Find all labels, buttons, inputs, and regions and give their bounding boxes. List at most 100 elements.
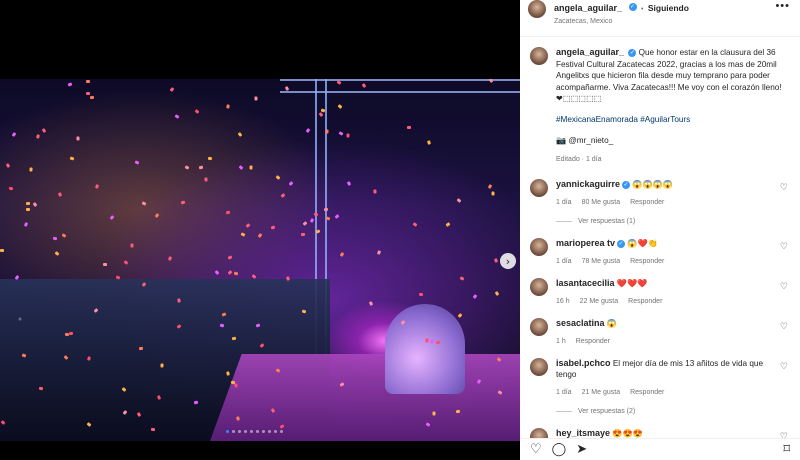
heart-icon[interactable]: ♡ — [780, 242, 788, 252]
confetti-piece — [334, 214, 340, 219]
heart-icon[interactable]: ♡ — [780, 282, 788, 292]
carousel-dot — [280, 430, 283, 433]
comment-username[interactable]: lasantacecilia — [556, 278, 615, 288]
confetti-piece — [5, 163, 11, 168]
confetti-piece — [280, 193, 286, 198]
confetti-piece — [432, 411, 436, 416]
reply-button[interactable]: Responder — [628, 298, 662, 305]
comment-likes[interactable]: 78 Me gusta — [582, 258, 621, 265]
following-button[interactable]: Siguiendo — [648, 3, 689, 13]
avatar[interactable] — [530, 277, 548, 296]
confetti-piece — [207, 156, 213, 161]
confetti-piece — [61, 233, 67, 238]
post-username[interactable]: angela_aguilar_ — [554, 3, 622, 13]
comment-likes[interactable]: 21 Me gusta — [582, 389, 621, 396]
confetti-piece — [67, 82, 73, 87]
replies-line — [556, 410, 572, 412]
avatar[interactable] — [530, 357, 548, 376]
more-options-icon[interactable]: ••• — [775, 0, 790, 12]
confetti-piece — [275, 175, 281, 180]
confetti-piece — [425, 338, 429, 343]
avatar[interactable] — [530, 178, 548, 197]
comment-username[interactable]: sesaclatina — [556, 318, 605, 328]
comment-text-line: hey_itsmaye 😍😍😍 — [556, 428, 766, 438]
comment-username[interactable]: yannickaguirre — [556, 179, 620, 189]
confetti-piece — [493, 258, 499, 263]
confetti-piece — [25, 207, 31, 212]
avatar[interactable] — [530, 427, 548, 438]
photo-credit[interactable]: 📷 @mr_nieto_ — [556, 135, 786, 147]
caption: angela_aguilar_ ✓ Que honor estar en la … — [530, 47, 790, 166]
comment-age: 1 día — [556, 257, 572, 265]
confetti-piece — [41, 128, 47, 133]
view-replies-button[interactable]: Ver respuestas (1) — [556, 218, 790, 225]
comment-text: 😱😱😱😱 — [632, 179, 674, 189]
comment-likes[interactable]: 22 Me gusta — [580, 298, 619, 305]
comment-meta: 1 día 78 Me gusta Responder — [556, 258, 766, 265]
verified-icon: ✓ — [628, 48, 637, 57]
avatar[interactable] — [530, 47, 548, 65]
next-image-button[interactable]: › — [500, 253, 516, 269]
comment-meta: 16 h 22 Me gusta Responder — [556, 298, 766, 305]
confetti-piece — [407, 126, 411, 129]
confetti-piece — [204, 177, 208, 182]
confetti-piece — [177, 298, 181, 303]
comments-scroll[interactable]: angela_aguilar_ ✓ Que honor estar en la … — [520, 37, 800, 438]
post-media: › — [0, 0, 520, 460]
reply-button[interactable]: Responder — [630, 199, 664, 206]
comment-username[interactable]: isabel.pchco — [556, 358, 611, 368]
avatar[interactable] — [530, 317, 548, 336]
avatar[interactable] — [530, 237, 548, 256]
comment-username[interactable]: marioperea tv — [556, 238, 615, 248]
confetti-piece — [227, 270, 233, 275]
separator: • — [640, 6, 644, 13]
comment-icon[interactable]: ◯ — [552, 442, 567, 457]
confetti-piece — [36, 134, 40, 139]
comment-meta: 1 día 80 Me gusta Responder — [556, 199, 766, 206]
heart-icon[interactable]: ♡ — [780, 362, 788, 372]
comment-username[interactable]: hey_itsmaye — [556, 428, 610, 438]
confetti-piece — [346, 181, 352, 186]
confetti-piece — [52, 236, 58, 241]
carousel-dot — [268, 430, 271, 433]
comment-body: sesaclatina 😱 1 h Responder — [556, 318, 766, 345]
confetti-piece — [491, 191, 495, 196]
post-location[interactable]: Zacatecas, Mexico — [554, 18, 689, 25]
avatar[interactable] — [528, 0, 546, 18]
confetti-piece — [227, 255, 233, 260]
confetti-piece — [134, 160, 140, 165]
view-replies-button[interactable]: Ver respuestas (2) — [556, 408, 790, 415]
share-icon[interactable]: ➤ — [576, 442, 587, 457]
stage — [210, 354, 520, 441]
comment-row: yannickaguirre ✓ 😱😱😱😱 1 día 80 Me gusta Resp… — [530, 178, 790, 206]
post-photo — [0, 79, 520, 441]
comment-item: hey_itsmaye 😍😍😍1 día14 Me gustaResponder… — [530, 427, 790, 438]
comment-meta: 1 día 21 Me gusta Responder — [556, 389, 766, 396]
confetti-piece — [198, 165, 204, 170]
hashtags[interactable]: #MexicanaEnamorada #AguilarTours — [556, 114, 786, 126]
heart-icon[interactable]: ♡ — [780, 183, 788, 193]
confetti-piece — [69, 156, 75, 161]
reply-button[interactable]: Responder — [630, 258, 664, 265]
confetti-piece — [226, 104, 230, 109]
confetti-piece — [23, 222, 29, 227]
comment-item: isabel.pchco El mejor día de mis 13 añit… — [530, 357, 790, 415]
comment-age: 1 día — [556, 198, 572, 206]
chevron-right-icon: › — [505, 254, 511, 268]
comment-body: isabel.pchco El mejor día de mis 13 añit… — [556, 358, 766, 396]
action-bar: ♡ ◯ ➤ ⌑ — [520, 438, 800, 460]
confetti-piece — [302, 221, 308, 226]
confetti-piece — [233, 271, 239, 276]
heart-icon[interactable]: ♡ — [780, 322, 788, 332]
bookmark-icon[interactable]: ⌑ — [783, 442, 790, 457]
post-header: angela_aguilar_ ✓ • Siguiendo Zacatecas,… — [520, 0, 800, 25]
confetti-piece — [412, 222, 418, 227]
heart-icon[interactable]: ♡ — [530, 442, 542, 457]
confetti-piece — [456, 198, 462, 203]
reply-button[interactable]: Responder — [576, 338, 610, 345]
confetti-piece — [325, 129, 329, 134]
reply-button[interactable]: Responder — [630, 389, 664, 396]
caption-username[interactable]: angela_aguilar_ — [556, 47, 624, 57]
carousel-dots — [226, 430, 283, 433]
comment-likes[interactable]: 80 Me gusta — [582, 199, 621, 206]
